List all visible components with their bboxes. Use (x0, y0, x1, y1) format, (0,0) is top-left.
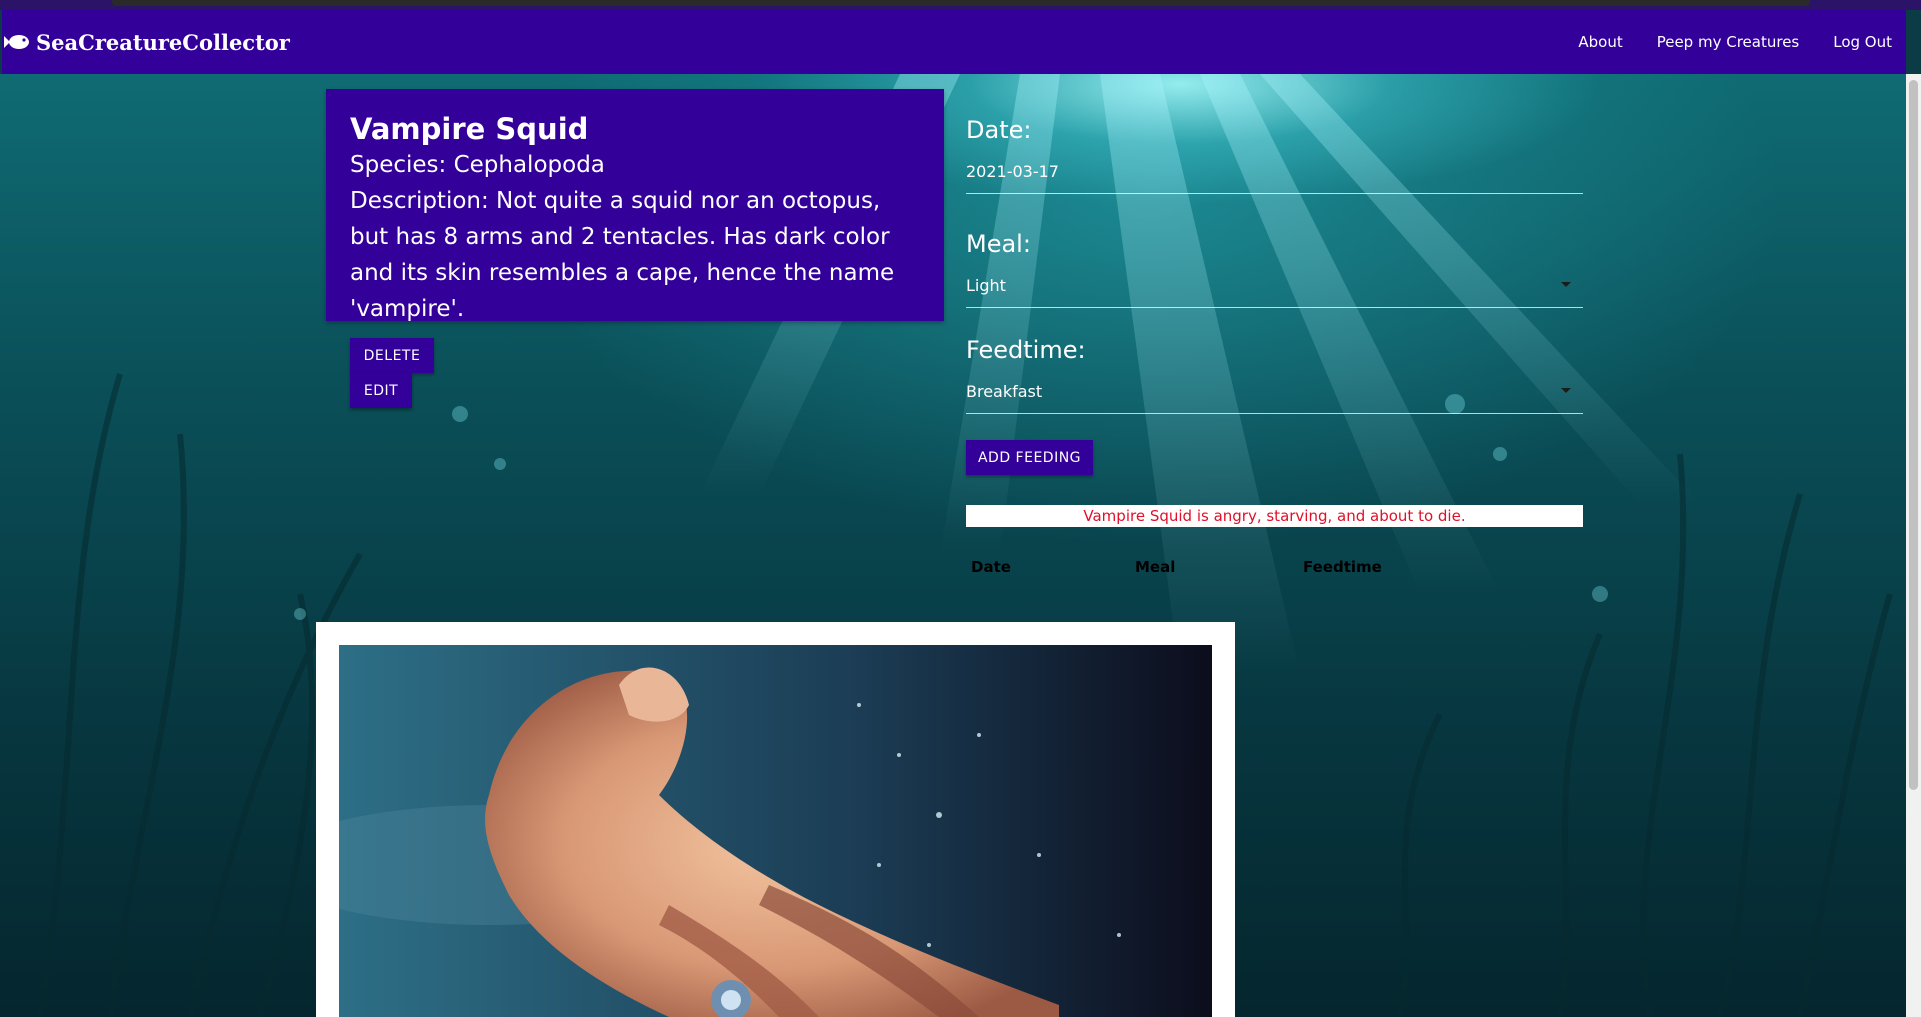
navbar: SeaCreatureCollector About Peep my Creat… (2, 10, 1906, 74)
feedtime-select[interactable]: Breakfast (966, 382, 1583, 414)
fish-icon (4, 35, 29, 49)
meal-label: Meal: (966, 230, 1031, 258)
table-header-date: Date (971, 558, 1011, 576)
add-feeding-button[interactable]: ADD FEEDING (966, 440, 1093, 475)
nav-link-peep-my-creatures[interactable]: Peep my Creatures (1657, 33, 1800, 51)
scrollbar-thumb[interactable] (1909, 80, 1918, 790)
page-scrollbar[interactable] (1906, 74, 1921, 1017)
meal-select[interactable]: Light (966, 276, 1583, 308)
date-value: 2021-03-17 (966, 162, 1059, 181)
vampire-squid-image (339, 645, 1212, 1017)
edit-button[interactable]: EDIT (350, 373, 412, 408)
meal-caret-icon (1561, 282, 1571, 287)
date-input[interactable]: 2021-03-17 (966, 162, 1583, 194)
brand-link[interactable]: SeaCreatureCollector (2, 10, 290, 74)
creature-description: Description: Not quite a squid nor an oc… (350, 188, 895, 322)
brand-name: SeaCreatureCollector (36, 29, 290, 55)
feedtime-value: Breakfast (966, 382, 1043, 401)
nav-link-log-out[interactable]: Log Out (1833, 33, 1892, 51)
table-header-feedtime: Feedtime (1303, 558, 1382, 576)
creature-photo-frame (316, 622, 1235, 1017)
browser-top-strip (0, 0, 1921, 10)
creature-card: Vampire Squid Species: Cephalopoda Descr… (326, 89, 944, 322)
nav-link-about[interactable]: About (1578, 33, 1622, 51)
browser-tab-bar (112, 0, 1810, 6)
status-alert: Vampire Squid is angry, starving, and ab… (966, 505, 1583, 527)
creature-photo (339, 645, 1212, 1017)
creature-species: Species: Cephalopoda (350, 152, 605, 178)
meal-value: Light (966, 276, 1006, 295)
table-header-meal: Meal (1135, 558, 1176, 576)
creature-name: Vampire Squid (350, 112, 589, 146)
nav-links: About Peep my Creatures Log Out (1544, 10, 1892, 74)
feedtime-label: Feedtime: (966, 336, 1086, 364)
feedtime-caret-icon (1561, 388, 1571, 393)
delete-button[interactable]: DELETE (350, 338, 434, 373)
date-label: Date: (966, 116, 1032, 144)
